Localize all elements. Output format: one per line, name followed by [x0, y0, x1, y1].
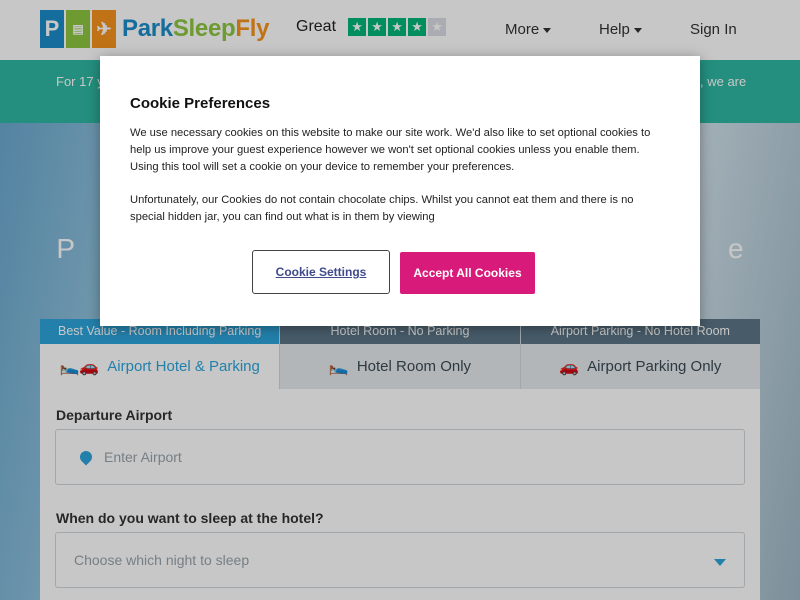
cookie-settings-button[interactable]: Cookie Settings	[252, 250, 390, 294]
accept-all-cookies-button[interactable]: Accept All Cookies	[400, 252, 535, 294]
modal-title: Cookie Preferences	[130, 95, 271, 112]
cookie-description-2: Unfortunately, our Cookies do not contai…	[130, 194, 634, 223]
cookie-preferences-modal: Cookie Preferences We use necessary cook…	[100, 56, 700, 326]
cookie-description: We use necessary cookies on this website…	[130, 127, 651, 173]
